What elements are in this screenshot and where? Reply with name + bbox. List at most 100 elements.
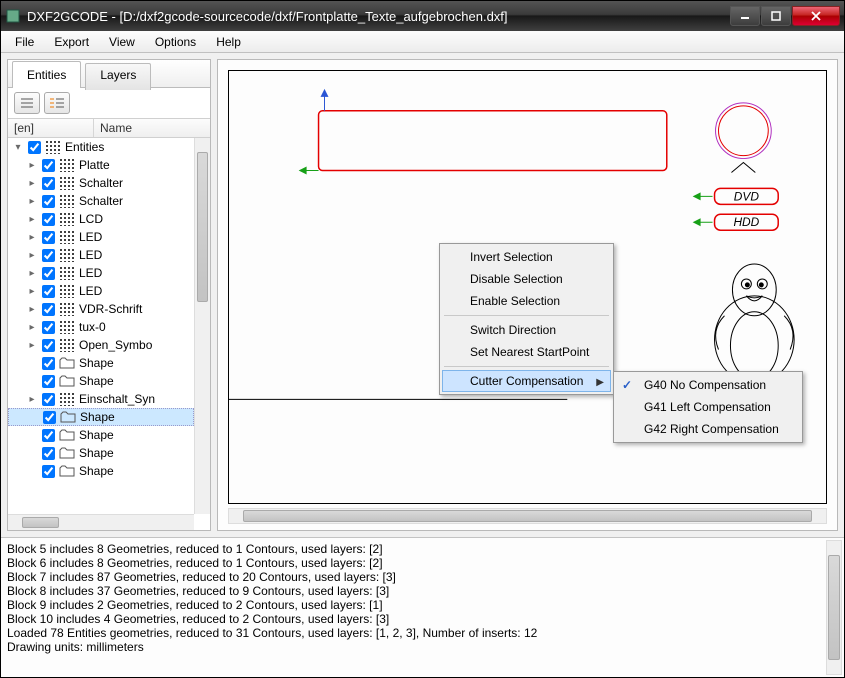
visibility-checkbox[interactable]	[42, 465, 55, 478]
expander-icon[interactable]: ▸	[26, 160, 38, 171]
tree-row[interactable]: ▸ Schalter	[8, 174, 194, 192]
log-line: Loaded 78 Entities geometries, reduced t…	[7, 626, 838, 640]
visibility-checkbox[interactable]	[42, 159, 55, 172]
close-button[interactable]	[792, 6, 840, 26]
expander-icon[interactable]: ▸	[26, 250, 38, 261]
visibility-checkbox[interactable]	[42, 393, 55, 406]
tree-row[interactable]: ▸tux-0	[8, 318, 194, 336]
visibility-checkbox[interactable]	[42, 375, 55, 388]
tree-row[interactable]: ▸Schalter	[8, 192, 194, 210]
tab-entities[interactable]: Entities	[12, 61, 81, 88]
shape-icon	[59, 356, 75, 370]
expander-icon[interactable]: ▸	[26, 286, 38, 297]
visibility-checkbox[interactable]	[42, 447, 55, 460]
shape-icon	[59, 428, 75, 442]
ctx-invert-selection[interactable]: Invert Selection	[442, 246, 611, 268]
log-vertical-scrollbar[interactable]	[826, 540, 842, 675]
visibility-checkbox[interactable]	[42, 267, 55, 280]
tree-header-col2[interactable]: Name	[94, 119, 138, 137]
visibility-checkbox[interactable]	[42, 177, 55, 190]
expander-icon[interactable]: ▸	[26, 178, 38, 189]
tab-layers[interactable]: Layers	[85, 63, 151, 90]
tree-row[interactable]: ▾Entities	[8, 138, 194, 156]
tree-row[interactable]: Shape	[8, 354, 194, 372]
tree-row[interactable]: ▸ LED	[8, 282, 194, 300]
visibility-checkbox[interactable]	[42, 231, 55, 244]
submenu-arrow-icon: ▶	[596, 377, 604, 388]
ctx-disable-selection[interactable]: Disable Selection	[442, 268, 611, 290]
menu-help[interactable]: Help	[208, 33, 249, 51]
expander-icon[interactable]: ▸	[26, 214, 38, 225]
visibility-checkbox[interactable]	[42, 321, 55, 334]
tree-row-label: Shape	[79, 374, 114, 388]
expander-icon[interactable]: ▾	[12, 142, 24, 153]
ctx-switch-direction[interactable]: Switch Direction	[442, 319, 611, 341]
canvas-horizontal-scrollbar[interactable]	[228, 508, 827, 524]
maximize-button[interactable]	[761, 6, 791, 26]
ctx-g41[interactable]: G41 Left Compensation	[616, 396, 800, 418]
ctx-g40[interactable]: ✓ G40 No Compensation	[616, 374, 800, 396]
ctx-cutter-compensation[interactable]: Cutter Compensation ▶	[442, 370, 611, 392]
tree-row-label: Einschalt_Syn	[79, 392, 155, 406]
tree-header-col1[interactable]: [en]	[8, 119, 94, 137]
ctx-g42[interactable]: G42 Right Compensation	[616, 418, 800, 440]
ctx-separator	[444, 315, 609, 316]
titlebar[interactable]: DXF2GCODE - [D:/dxf2gcode-sourcecode/dxf…	[1, 1, 844, 31]
tree-row-label: Shape	[79, 446, 114, 460]
menu-options[interactable]: Options	[147, 33, 204, 51]
cutter-compensation-submenu: ✓ G40 No Compensation G41 Left Compensat…	[613, 371, 803, 443]
tree-row[interactable]: ▸ Einschalt_Syn	[8, 390, 194, 408]
visibility-checkbox[interactable]	[28, 141, 41, 154]
drawing-canvas[interactable]: DVD HDD	[228, 70, 827, 504]
tree-row[interactable]: ▸LED	[8, 246, 194, 264]
tree-vertical-scrollbar[interactable]	[194, 138, 210, 514]
log-line: Block 9 includes 2 Geometries, reduced t…	[7, 598, 838, 612]
tree-row[interactable]: ▸LCD	[8, 210, 194, 228]
tree-row-label: LED	[79, 284, 102, 298]
visibility-checkbox[interactable]	[42, 339, 55, 352]
expander-icon[interactable]: ▸	[26, 322, 38, 333]
tree-horizontal-scrollbar[interactable]	[8, 514, 194, 530]
tree-row-label: VDR-Schrift	[79, 302, 142, 316]
menu-file[interactable]: File	[7, 33, 42, 51]
tree-row-label: Platte	[79, 158, 110, 172]
tree-row[interactable]: Shape	[8, 462, 194, 480]
tree-row[interactable]: ▸LED	[8, 228, 194, 246]
expander-icon[interactable]: ▸	[26, 304, 38, 315]
visibility-checkbox[interactable]	[42, 195, 55, 208]
tree-row[interactable]: ▸Open_Symbo	[8, 336, 194, 354]
visibility-checkbox[interactable]	[43, 411, 56, 424]
expander-icon[interactable]: ▸	[26, 268, 38, 279]
entity-icon	[59, 176, 75, 190]
entity-tree: ▾Entities▸Platte▸Schalter▸Schalter▸LCD▸L…	[8, 138, 210, 530]
expand-all-button[interactable]	[44, 92, 70, 114]
visibility-checkbox[interactable]	[42, 213, 55, 226]
visibility-checkbox[interactable]	[42, 357, 55, 370]
tree-row[interactable]: Shape	[8, 444, 194, 462]
menu-view[interactable]: View	[101, 33, 143, 51]
tree-row-label: Shape	[79, 464, 114, 478]
entity-icon	[59, 158, 75, 172]
expander-icon[interactable]: ▸	[26, 340, 38, 351]
menu-export[interactable]: Export	[46, 33, 97, 51]
visibility-checkbox[interactable]	[42, 429, 55, 442]
collapse-all-button[interactable]	[14, 92, 40, 114]
expander-icon[interactable]: ▸	[26, 232, 38, 243]
visibility-checkbox[interactable]	[42, 303, 55, 316]
visibility-checkbox[interactable]	[42, 249, 55, 262]
visibility-checkbox[interactable]	[42, 285, 55, 298]
entity-icon	[59, 194, 75, 208]
tree-row[interactable]: ▸LED	[8, 264, 194, 282]
tree-row[interactable]: Shape	[8, 408, 194, 426]
tree-row[interactable]: ▸ Platte	[8, 156, 194, 174]
minimize-button[interactable]	[730, 6, 760, 26]
tree-row[interactable]: ▸ VDR-Schrift	[8, 300, 194, 318]
ctx-set-nearest-startpoint[interactable]: Set Nearest StartPoint	[442, 341, 611, 363]
tree-row[interactable]: Shape	[8, 426, 194, 444]
tree-row[interactable]: Shape	[8, 372, 194, 390]
expander-icon[interactable]: ▸	[26, 196, 38, 207]
expander-icon[interactable]: ▸	[26, 394, 38, 405]
ctx-enable-selection[interactable]: Enable Selection	[442, 290, 611, 312]
tree-row-label: Schalter	[79, 176, 123, 190]
entities-panel: Entities Layers [en] Name ▾Entities ▸ Plat…	[7, 59, 211, 531]
